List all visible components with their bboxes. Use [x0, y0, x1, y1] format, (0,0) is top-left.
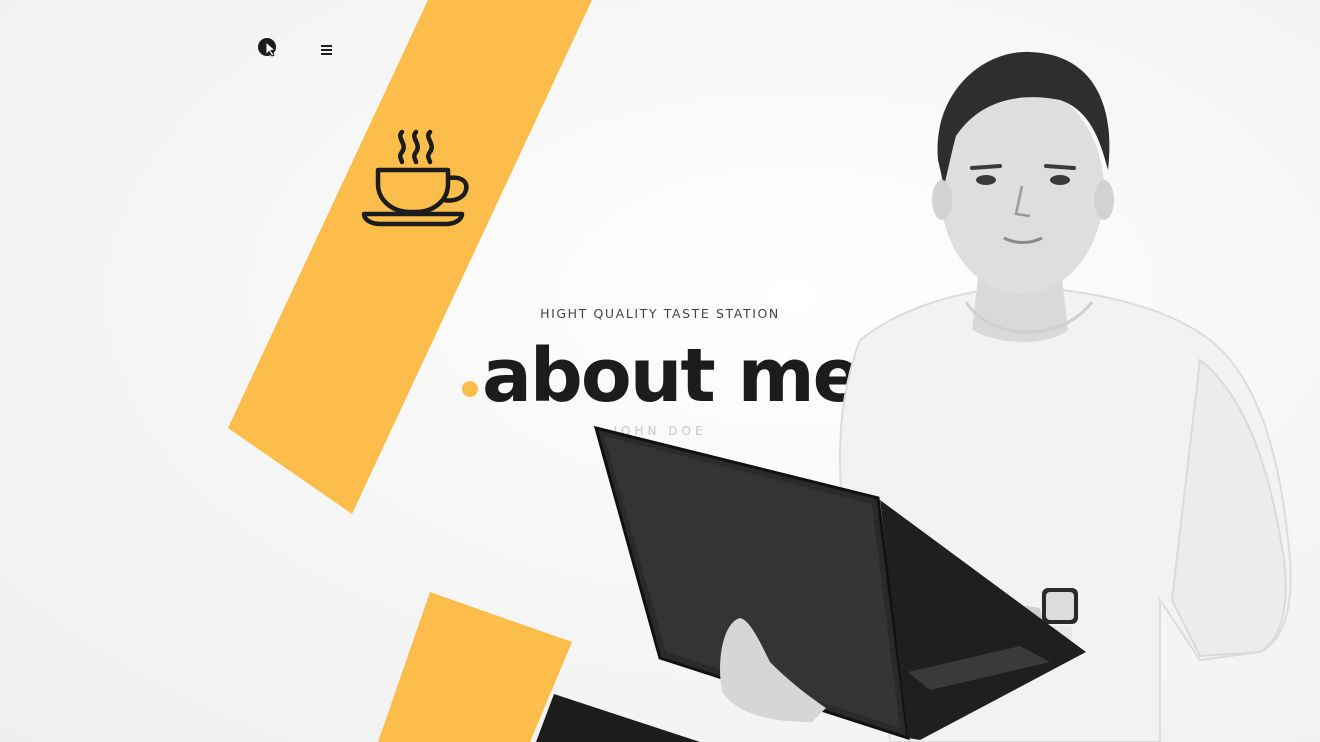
yellow-diagonal-stripe — [228, 0, 592, 514]
about-hero-page: HIGHT QUALITY TASTE STATION about me JOH… — [0, 0, 1320, 742]
pointer-logo-icon[interactable] — [256, 36, 280, 60]
accent-dot — [462, 381, 478, 397]
yellow-bottom-block — [378, 592, 572, 742]
hamburger-menu-icon[interactable] — [318, 40, 338, 60]
laptop-image — [593, 425, 1086, 741]
coffee-cup-icon — [361, 129, 469, 227]
